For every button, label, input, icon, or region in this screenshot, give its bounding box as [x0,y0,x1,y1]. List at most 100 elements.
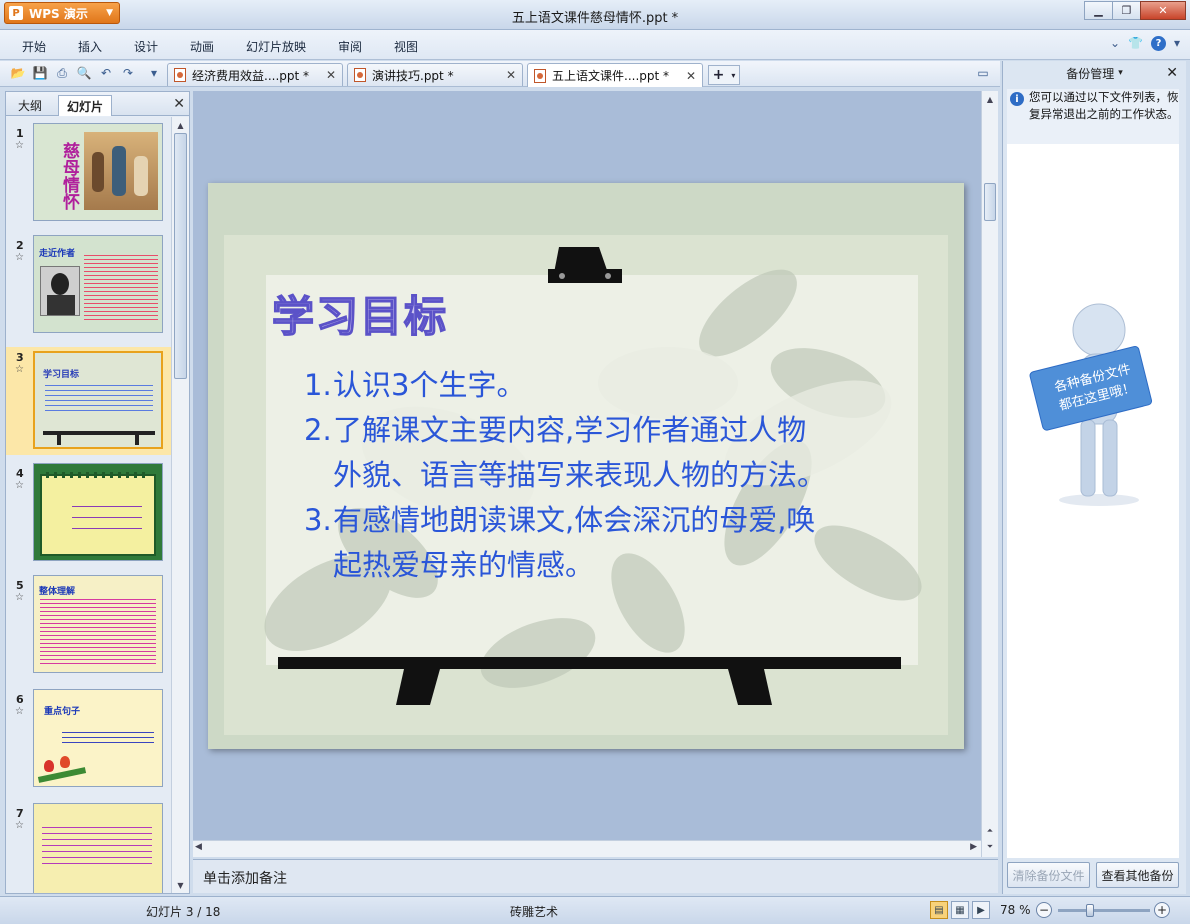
slide-thumbnail-1[interactable]: 1 ☆ 慈母情怀 [6,123,171,227]
tab-label: 经济费用效益....ppt * [192,68,310,83]
view-other-backups-button[interactable]: 查看其他备份 [1096,862,1179,888]
chevron-down-icon[interactable]: ▾ [1118,68,1123,78]
slide-thumbnail-2[interactable]: 2 ☆ 走近作者 [6,235,171,339]
close-panel-icon[interactable]: ✕ [1166,65,1178,81]
print-preview-icon[interactable]: 🔍 [76,65,92,81]
minimize-button[interactable]: ▁ [1084,1,1113,20]
customize-toolbar-icon[interactable]: ▾ [146,65,162,81]
open-folder-icon[interactable]: 📂 [10,65,26,81]
slide-1-title: 慈母情怀 [59,142,79,210]
slide-preview: 学习目标 [33,351,163,449]
window-title: 五上语文课件慈母情怀.ppt * [511,11,679,26]
current-slide[interactable]: 学习目标 1. 认识3个生字。 2. 了解课文主要内容,学习作者通过人物 外貌、… [208,183,964,749]
status-bar: 幻灯片 3 / 18 砖雕艺术 ▤ ▦ ▶ 78 % − + [0,896,1190,924]
scrollbar-thumb[interactable] [984,183,996,221]
next-slide-icon[interactable]: ⏷ [982,839,998,855]
theme-name: 砖雕艺术 [510,905,559,919]
wps-app-button[interactable]: P WPS 演示 ▼ [4,2,120,24]
objective-number: 2. [304,413,332,447]
editor-horizontal-scrollbar[interactable]: ◀ ▶ [193,840,981,857]
transition-star-icon: ☆ [15,592,24,603]
slide-number: 7 [16,807,24,820]
zoom-out-icon[interactable]: − [1036,902,1052,918]
ppt-file-icon [174,68,186,82]
slide-thumbnail-5[interactable]: 5 ☆ 整体理解 [6,575,171,679]
new-tab-button[interactable]: + ▾ [708,65,740,85]
close-panel-icon[interactable]: ✕ [173,96,185,112]
slide-thumbnail-6[interactable]: 6 ☆ 重点句子 [6,689,171,793]
clear-backup-button[interactable]: 清除备份文件 [1007,862,1090,888]
menu-slideshow[interactable]: 幻灯片放映 [246,38,306,55]
slide-body[interactable]: 1. 认识3个生字。 2. 了解课文主要内容,学习作者通过人物 外貌、语言等描写… [304,363,914,588]
editor-vertical-scrollbar[interactable]: ▲ ⏶ ⏷ [981,91,998,857]
menu-design[interactable]: 设计 [134,38,158,55]
tab-slides[interactable]: 幻灯片 [58,95,113,116]
app-button-label: WPS 演示 [29,6,88,21]
backup-panel-title[interactable]: 备份管理 [1066,65,1114,82]
scroll-up-icon[interactable]: ▲ [982,91,998,107]
skin-shirt-icon[interactable]: 👕 [1128,36,1143,51]
help-icon[interactable]: ? [1150,36,1166,51]
chevron-down-icon[interactable]: ▾ [1174,36,1180,51]
objective-item: 2. 了解课文主要内容,学习作者通过人物 外貌、语言等描写来表现人物的方法。 [304,408,914,498]
tab-close-icon[interactable]: ✕ [506,68,516,82]
slide-sorter-view-icon[interactable]: ▦ [951,901,969,919]
tab-label: 五上语文课件....ppt * [552,69,670,83]
tulip-image [37,756,88,783]
scrollbar-thumb[interactable] [174,133,187,379]
prev-slide-icon[interactable]: ⏶ [982,823,998,839]
slide-1-image [84,132,158,210]
notes-pane[interactable]: 单击添加备注 [193,859,998,893]
scroll-left-icon[interactable]: ◀ [195,842,202,852]
tab-document-2[interactable]: 演讲技巧.ppt * ✕ [347,63,523,86]
slide-number: 6 [16,693,24,706]
zoom-slider-track[interactable] [1058,909,1150,912]
backup-manager-panel: 备份管理 ▾ ✕ i 您可以通过以下文件列表，恢复异常退出之前的工作状态。 各种… [1002,61,1186,894]
backup-file-list: 各种备份文件 都在这里哦！ [1007,144,1179,858]
slide-2-text-lines [84,252,158,322]
zoom-slider-knob[interactable] [1086,904,1094,917]
window-controls: ▁ ❐ ✕ [1084,1,1186,20]
menu-animation[interactable]: 动画 [190,38,214,55]
slideshow-view-icon[interactable]: ▶ [972,901,990,919]
tab-document-1[interactable]: 经济费用效益....ppt * ✕ [167,63,343,86]
tab-document-3[interactable]: 五上语文课件....ppt * ✕ [527,63,703,87]
scroll-down-icon[interactable]: ▼ [172,877,189,893]
print-icon[interactable]: ⎙ [54,65,70,81]
scroll-right-icon[interactable]: ▶ [970,842,977,852]
zoom-level: 78 % [1000,903,1031,917]
transition-star-icon: ☆ [15,820,24,831]
slide-thumbnail-7[interactable]: 7 ☆ [6,803,171,893]
redo-icon[interactable]: ↷ [120,65,136,81]
menu-review[interactable]: 审阅 [338,38,362,55]
slide-title[interactable]: 学习目标 [271,283,448,344]
objective-item: 3. 有感情地朗读课文,体会深沉的母爱,唤 起热爱母亲的情感。 [304,498,914,588]
slide-3-title: 学习目标 [43,370,80,380]
tab-close-icon[interactable]: ✕ [686,69,696,83]
close-window-button[interactable]: ✕ [1140,1,1186,20]
backup-info-text: 您可以通过以下文件列表，恢复异常退出之前的工作状态。 [1029,90,1179,121]
scroll-up-icon[interactable]: ▲ [172,117,189,133]
tab-list-icon[interactable]: ▭ [975,65,991,81]
slide-number: 3 [16,351,24,364]
menu-home[interactable]: 开始 [22,38,46,55]
tab-outline[interactable]: 大纲 [10,95,50,116]
objective-line: 认识3个生字。 [333,368,526,402]
undo-icon[interactable]: ↶ [98,65,114,81]
objective-number: 1. [304,368,332,402]
menu-view[interactable]: 视图 [394,38,418,55]
slide-preview: 重点句子 [33,689,163,787]
backup-info: i 您可以通过以下文件列表，恢复异常退出之前的工作状态。 [1007,89,1179,144]
slide-thumbnail-4[interactable]: 4 ☆ [6,463,171,567]
normal-view-icon[interactable]: ▤ [930,901,948,919]
slide-thumbnail-3[interactable]: 3 ☆ 学习目标 [6,347,171,455]
slide-number: 1 [16,127,24,140]
transition-star-icon: ☆ [15,480,24,491]
menu-insert[interactable]: 插入 [78,38,102,55]
maximize-button[interactable]: ❐ [1112,1,1141,20]
save-icon[interactable]: 💾 [32,65,48,81]
zoom-in-icon[interactable]: + [1154,902,1170,918]
collapse-ribbon-icon[interactable]: ⌄ [1110,36,1120,51]
slides-panel-scrollbar[interactable]: ▲ ▼ [171,117,189,893]
tab-close-icon[interactable]: ✕ [326,68,336,82]
